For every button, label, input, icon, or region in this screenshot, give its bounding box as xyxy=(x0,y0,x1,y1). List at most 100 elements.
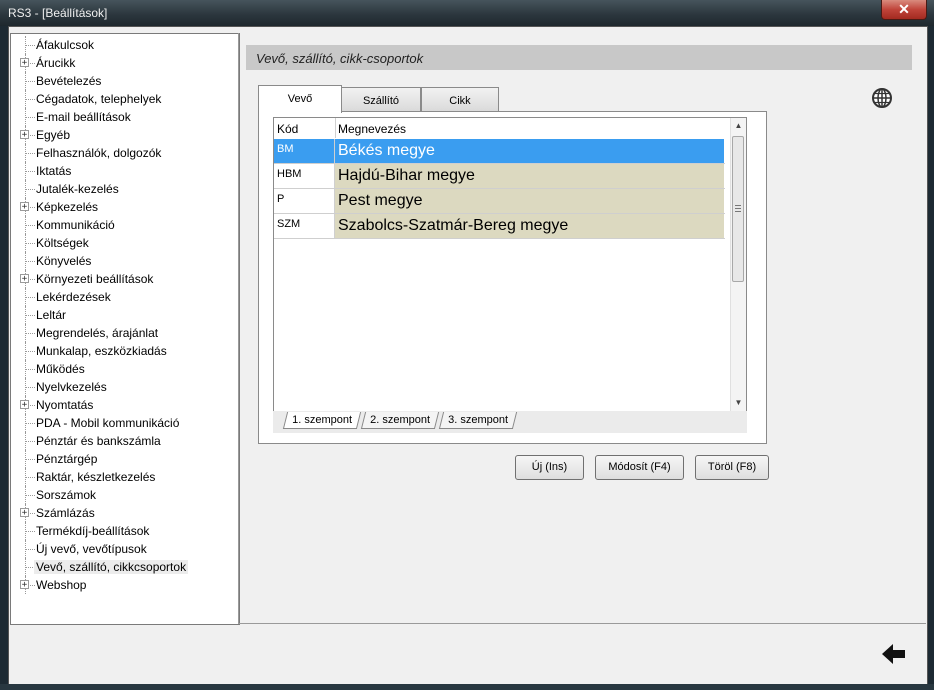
tab-criterion-1[interactable]: 1. szempont xyxy=(282,412,362,429)
section-header: Vevő, szállító, cikk-csoportok xyxy=(246,45,912,70)
tree-item[interactable]: Megrendelés, árajánlat xyxy=(11,324,237,342)
tree-item[interactable]: Könyvelés xyxy=(11,252,237,270)
tree-item-label: Költségek xyxy=(36,236,89,250)
column-header-code[interactable]: Kód xyxy=(277,122,298,136)
section-title: Vevő, szállító, cikk-csoportok xyxy=(256,51,424,66)
tree-item-label: Árucikk xyxy=(36,56,76,70)
tab-cikk[interactable]: Cikk xyxy=(421,87,499,112)
tree-item[interactable]: Működés xyxy=(11,360,237,378)
tab-label: Vevő xyxy=(287,93,313,105)
footer-divider xyxy=(238,623,926,624)
tree-item-label: Működés xyxy=(36,362,85,376)
tree-item-label: Számlázás xyxy=(36,506,95,520)
cell-code: P xyxy=(277,193,285,205)
tree-item[interactable]: + Környezeti beállítások xyxy=(11,270,237,288)
close-icon: ✕ xyxy=(898,1,910,17)
expand-icon[interactable]: + xyxy=(20,400,29,410)
tab-criterion-2[interactable]: 2. szempont xyxy=(360,412,440,429)
tree-item[interactable]: Vevő, szállító, cikkcsoportok xyxy=(11,558,237,576)
tree-item[interactable]: + Képkezelés xyxy=(11,198,237,216)
tree-item[interactable]: Bevételezés xyxy=(11,72,237,90)
tree-item-label: Képkezelés xyxy=(36,200,99,214)
tree-item[interactable]: + Webshop xyxy=(11,576,237,594)
tree-item-label: Könyvelés xyxy=(36,254,92,268)
cell-name: Pest megye xyxy=(338,192,423,209)
tab-label: Szállító xyxy=(362,95,400,107)
tree-item[interactable]: Iktatás xyxy=(11,162,237,180)
new-button[interactable]: Új (Ins) xyxy=(515,455,584,480)
expand-icon[interactable]: + xyxy=(20,58,29,68)
modify-button[interactable]: Módosít (F4) xyxy=(595,455,684,480)
tree-item[interactable]: Pénztárgép xyxy=(11,450,237,468)
vertical-scrollbar[interactable]: ▲ ▼ xyxy=(730,118,746,412)
criteria-tabs: 1. szempont 2. szempont 3. szempont xyxy=(273,411,747,433)
column-header-name[interactable]: Megnevezés xyxy=(338,122,406,136)
tree-item[interactable]: E-mail beállítások xyxy=(11,108,237,126)
table-row[interactable]: SZM Szabolcs-Szatmár-Bereg megye xyxy=(274,214,725,239)
tree-item-label: Munkalap, eszközkiadás xyxy=(36,344,167,358)
tree-item-label: Kommunikáció xyxy=(36,218,115,232)
tree-item-label: Új vevő, vevőtípusok xyxy=(36,542,147,556)
expand-icon[interactable]: + xyxy=(20,202,29,212)
table-row[interactable]: HBM Hajdú-Bihar megye xyxy=(274,164,725,189)
tree-item[interactable]: Felhasználók, dolgozók xyxy=(11,144,237,162)
tree-item-label: Termékdíj-beállítások xyxy=(36,524,150,538)
cell-code: BM xyxy=(277,143,294,155)
expand-icon[interactable]: + xyxy=(20,130,29,140)
expand-icon[interactable]: + xyxy=(20,508,29,518)
tab-label: 2. szempont xyxy=(370,414,431,426)
scroll-up-icon[interactable]: ▲ xyxy=(731,119,746,133)
globe-icon[interactable] xyxy=(871,87,893,109)
tab-szallito[interactable]: Szállító xyxy=(341,87,421,112)
tree-item[interactable]: Sorszámok xyxy=(11,486,237,504)
tree-item-label: Nyomtatás xyxy=(36,398,94,412)
tree-item[interactable]: PDA - Mobil kommunikáció xyxy=(11,414,237,432)
tree-item[interactable]: Leltár xyxy=(11,306,237,324)
tree-item-label: Cégadatok, telephelyek xyxy=(36,92,162,106)
scroll-thumb[interactable] xyxy=(732,136,744,282)
group-grid[interactable]: Kód Megnevezés BM Békés megye HBM Hajdú-… xyxy=(273,117,747,413)
tree-item[interactable]: + Egyéb xyxy=(11,126,237,144)
title-bar: RS3 - [Beállítások] ✕ xyxy=(0,0,934,26)
close-button[interactable]: ✕ xyxy=(881,0,927,20)
cell-name: Szabolcs-Szatmár-Bereg megye xyxy=(338,217,569,234)
tree-item-label: Jutalék-kezelés xyxy=(36,182,119,196)
table-row[interactable]: BM Békés megye xyxy=(274,139,725,164)
cell-code: SZM xyxy=(277,218,301,230)
tree-item[interactable]: Cégadatok, telephelyek xyxy=(11,90,237,108)
tree-item[interactable]: Lekérdezések xyxy=(11,288,237,306)
tab-label: Cikk xyxy=(449,95,471,107)
table-row[interactable]: P Pest megye xyxy=(274,189,725,214)
tree-item[interactable]: + Számlázás xyxy=(11,504,237,522)
scroll-down-icon[interactable]: ▼ xyxy=(731,396,746,410)
tree-item[interactable]: Termékdíj-beállítások xyxy=(11,522,237,540)
tree-item[interactable]: Jutalék-kezelés xyxy=(11,180,237,198)
tree-item-label: Iktatás xyxy=(36,164,72,178)
tree-item[interactable]: Raktár, készletkezelés xyxy=(11,468,237,486)
tree-item[interactable]: Pénztár és bankszámla xyxy=(11,432,237,450)
tree-item[interactable]: Kommunikáció xyxy=(11,216,237,234)
panel-divider xyxy=(238,33,239,623)
tree-item-label: Nyelvkezelés xyxy=(36,380,107,394)
delete-button[interactable]: Töröl (F8) xyxy=(695,455,769,480)
tree-item[interactable]: Munkalap, eszközkiadás xyxy=(11,342,237,360)
tree-item[interactable]: Költségek xyxy=(11,234,237,252)
tree-item-label: E-mail beállítások xyxy=(36,110,131,124)
tree-item[interactable]: + Nyomtatás xyxy=(11,396,237,414)
back-arrow-icon[interactable] xyxy=(881,642,907,666)
expand-icon[interactable]: + xyxy=(20,580,29,590)
cell-name: Békés megye xyxy=(338,142,435,159)
tree-item[interactable]: + Árucikk xyxy=(11,54,237,72)
tree-item[interactable]: Nyelvkezelés xyxy=(11,378,237,396)
settings-tree[interactable]: Áfakulcsok + Árucikk Bevételezés Cégadatok, … xyxy=(10,33,240,625)
tree-item-label: Leltár xyxy=(36,308,67,322)
window-title: RS3 - [Beállítások] xyxy=(8,6,108,20)
button-label: Töröl (F8) xyxy=(707,461,757,473)
tab-vevo[interactable]: Vevő xyxy=(258,85,342,113)
tree-item[interactable]: Új vevő, vevőtípusok xyxy=(11,540,237,558)
button-label: Új (Ins) xyxy=(531,461,568,473)
expand-icon[interactable]: + xyxy=(20,274,29,284)
tab-criterion-3[interactable]: 3. szempont xyxy=(438,412,518,429)
tree-item-label: Felhasználók, dolgozók xyxy=(36,146,162,160)
tree-item[interactable]: Áfakulcsok xyxy=(11,36,237,54)
